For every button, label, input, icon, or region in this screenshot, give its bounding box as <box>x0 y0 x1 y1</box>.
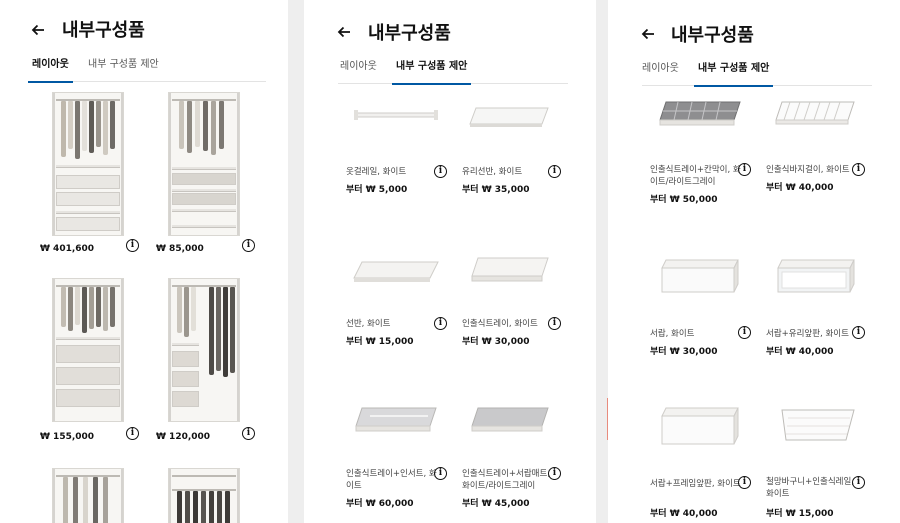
product-price: 부터 ₩ 35,000 <box>462 185 530 195</box>
layout-price: ₩ 155,000 <box>40 432 95 442</box>
product-name: 인출식트레이+서랍매트, 화이트/라이트그레이 <box>462 469 551 491</box>
wire-basket-image <box>781 409 855 441</box>
product-name: 서랍, 화이트 <box>650 329 695 339</box>
product-price: 부터 ₩ 15,000 <box>346 337 414 347</box>
product-card[interactable]: 옷걸레일, 화이트 부터 ₩ 5,000 i <box>346 96 456 206</box>
tab-parts[interactable]: 내부 구성품 제안 <box>391 60 472 85</box>
tray-with-insert-image <box>355 407 437 432</box>
tab-layout[interactable]: 레이아웃 <box>28 58 73 83</box>
layout-card[interactable]: ₩ 401,600 i <box>38 92 139 262</box>
product-price: 부터 ₩ 5,000 <box>346 185 408 195</box>
header: 내부구성품 <box>608 0 900 56</box>
shelf-image <box>353 261 439 282</box>
info-icon[interactable]: i <box>126 239 139 252</box>
product-name: 인출식트레이+칸막이, 화이트/라이트그레이 <box>650 165 741 187</box>
product-card[interactable]: 인출식트레이, 화이트 부터 ₩ 30,000 i <box>462 248 572 358</box>
product-price: 부터 ₩ 30,000 <box>650 347 718 357</box>
product-card[interactable]: 서랍+프레임앞판, 화이트 부터 ₩ 40,000 i <box>650 400 760 523</box>
product-name: 유리선반, 화이트 <box>462 167 523 177</box>
tab-layout[interactable]: 레이아웃 <box>340 60 377 84</box>
product-name: 인출식바지걸이, 화이트 <box>766 165 850 175</box>
parts-screen-scrolled: 내부구성품 레이아웃 내부 구성품 제안 인출식트레이+칸막이, 화이트/라이트… <box>608 0 900 523</box>
wardrobe-image <box>168 468 240 523</box>
info-icon[interactable]: i <box>852 326 865 339</box>
layout-price: ₩ 85,000 <box>156 244 204 254</box>
info-icon[interactable]: i <box>852 163 865 176</box>
product-card[interactable]: 서랍, 화이트 부터 ₩ 30,000 i <box>650 252 760 362</box>
product-card[interactable]: 인출식트레이+칸막이, 화이트/라이트그레이 부터 ₩ 50,000 i <box>650 94 760 210</box>
product-card[interactable]: 인출식바지걸이, 화이트 부터 ₩ 40,000 i <box>766 94 876 210</box>
product-price: 부터 ₩ 40,000 <box>766 183 834 193</box>
tab-parts[interactable]: 내부 구성품 제안 <box>88 58 159 82</box>
info-icon[interactable]: i <box>242 427 255 440</box>
info-icon[interactable]: i <box>434 317 447 330</box>
product-price: 부터 ₩ 40,000 <box>650 509 718 519</box>
wardrobe-image <box>52 92 124 236</box>
layout-card[interactable]: ₩ 85,000 i <box>154 92 255 262</box>
page-title: 내부구성품 <box>368 23 451 44</box>
layout-screen: 내부구성품 레이아웃 내부 구성품 제안 ₩ 401,600 i ₩ 85,00… <box>0 0 288 523</box>
info-icon[interactable]: i <box>242 239 255 252</box>
back-arrow-icon[interactable] <box>336 24 352 40</box>
tray-with-mat-image <box>471 407 549 432</box>
drawer-image <box>661 259 739 293</box>
wardrobe-image <box>52 278 124 422</box>
product-price: 부터 ₩ 50,000 <box>650 195 718 205</box>
info-icon[interactable]: i <box>434 467 447 480</box>
product-price: 부터 ₩ 40,000 <box>766 347 834 357</box>
product-name: 서랍+유리앞판, 화이트 <box>766 329 849 339</box>
product-name: 인출식트레이, 화이트 <box>462 319 538 329</box>
wardrobe-image <box>168 278 240 422</box>
parts-screen: 내부구성품 레이아웃 내부 구성품 제안 옷걸레일, 화이트 부터 ₩ 5,00… <box>304 0 596 523</box>
product-price: 부터 ₩ 60,000 <box>346 499 414 509</box>
info-icon[interactable]: i <box>738 326 751 339</box>
pullout-tray-image <box>471 257 549 282</box>
tab-bar: 레이아웃 내부 구성품 제안 <box>642 62 872 87</box>
product-name: 철망바구니+인출식레일, 화이트 <box>766 477 855 499</box>
info-icon[interactable]: i <box>852 476 865 489</box>
layout-price: ₩ 401,600 <box>40 244 95 254</box>
layout-card[interactable]: ₩ 120,000 i <box>154 278 255 448</box>
product-name: 선반, 화이트 <box>346 319 391 329</box>
info-icon[interactable]: i <box>738 476 751 489</box>
page-title: 내부구성품 <box>671 25 754 46</box>
back-arrow-icon[interactable] <box>30 22 46 38</box>
header: 내부구성품 <box>304 0 596 56</box>
layout-card[interactable]: ₩ 155,000 i <box>38 278 139 448</box>
page-title: 내부구성품 <box>62 20 145 41</box>
tab-parts[interactable]: 내부 구성품 제안 <box>693 62 774 87</box>
product-price: 부터 ₩ 30,000 <box>462 337 530 347</box>
product-card[interactable]: 철망바구니+인출식레일, 화이트 부터 ₩ 15,000 i <box>766 400 876 523</box>
product-price: 부터 ₩ 45,000 <box>462 499 530 509</box>
info-icon[interactable]: i <box>548 317 561 330</box>
layout-price: ₩ 120,000 <box>156 432 211 442</box>
product-name: 옷걸레일, 화이트 <box>346 167 407 177</box>
trouser-hanger-image <box>775 101 855 125</box>
drawer-glass-front-image <box>777 259 855 293</box>
product-name: 인출식트레이+인서트, 화이트 <box>346 469 437 491</box>
product-card[interactable]: 인출식트레이+서랍매트, 화이트/라이트그레이 부터 ₩ 45,000 i <box>462 400 572 523</box>
product-card[interactable]: 선반, 화이트 부터 ₩ 15,000 i <box>346 248 456 358</box>
back-arrow-icon[interactable] <box>640 26 656 42</box>
tray-with-dividers-image <box>659 101 741 126</box>
product-card[interactable]: 서랍+유리앞판, 화이트 부터 ₩ 40,000 i <box>766 252 876 362</box>
tab-bar: 레이아웃 내부 구성품 제안 <box>28 58 266 83</box>
clothes-rail-image <box>354 110 438 120</box>
wardrobe-image <box>168 92 240 236</box>
info-icon[interactable]: i <box>126 427 139 440</box>
drawer-frame-front-image <box>661 407 739 445</box>
product-name: 서랍+프레임앞판, 화이트 <box>650 479 741 489</box>
product-card[interactable]: 인출식트레이+인서트, 화이트 부터 ₩ 60,000 i <box>346 400 456 523</box>
wardrobe-image <box>52 468 124 523</box>
tab-bar: 레이아웃 내부 구성품 제안 <box>338 60 568 85</box>
info-icon[interactable]: i <box>434 165 447 178</box>
product-price: 부터 ₩ 15,000 <box>766 509 834 519</box>
info-icon[interactable]: i <box>548 165 561 178</box>
product-card[interactable]: 유리선반, 화이트 부터 ₩ 35,000 i <box>462 96 572 206</box>
tab-layout[interactable]: 레이아웃 <box>642 62 679 86</box>
glass-shelf-image <box>469 107 549 127</box>
info-icon[interactable]: i <box>738 163 751 176</box>
header: 내부구성품 <box>0 0 288 56</box>
info-icon[interactable]: i <box>548 467 561 480</box>
